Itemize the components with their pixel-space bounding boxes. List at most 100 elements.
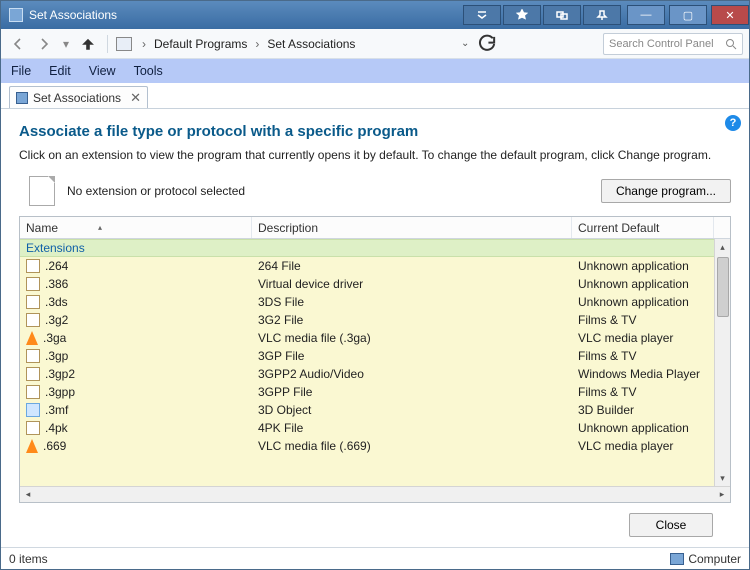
filetype-icon (26, 403, 40, 417)
tab-set-associations[interactable]: Set Associations ✕ (9, 86, 148, 108)
toolbar-star-button[interactable] (503, 5, 541, 25)
change-program-button[interactable]: Change program... (601, 179, 731, 203)
search-input[interactable]: Search Control Panel (603, 33, 743, 55)
table-row[interactable]: .386 Virtual device driverUnknown applica… (20, 275, 730, 293)
window: Set Associations — ▢ ✕ ▾ › Default Progr… (0, 0, 750, 570)
table-row[interactable]: .3gp23GPP2 Audio/VideoWindows Media Play… (20, 365, 730, 383)
close-window-button[interactable]: ✕ (711, 5, 749, 25)
desc-label: 3D Object (252, 403, 572, 417)
column-description[interactable]: Description (252, 217, 572, 238)
scroll-thumb[interactable] (717, 257, 729, 317)
toolbar-dropdown-button[interactable] (463, 5, 501, 25)
scroll-down-icon[interactable]: ▾ (715, 470, 730, 486)
chevron-right-icon: › (251, 37, 263, 51)
breadcrumb-item[interactable]: Set Associations (267, 37, 355, 51)
table-row[interactable]: .4pk4PK FileUnknown application (20, 419, 730, 437)
ext-label: .386 (45, 277, 68, 291)
titlebar: Set Associations — ▢ ✕ (1, 1, 749, 29)
chevron-right-icon: › (138, 37, 150, 51)
desc-label: VLC media file (.3ga) (252, 331, 572, 345)
ext-label: .3gp2 (45, 367, 75, 381)
desc-label: 4PK File (252, 421, 572, 435)
help-icon[interactable]: ? (725, 115, 741, 131)
tab-icon (16, 92, 28, 104)
up-button[interactable] (77, 33, 99, 55)
default-label: Unknown application (572, 259, 730, 273)
table-row[interactable]: .264 264 FileUnknown application (20, 257, 730, 275)
default-label: Unknown application (572, 295, 730, 309)
default-label: Unknown application (572, 277, 730, 291)
tab-close-button[interactable]: ✕ (130, 90, 141, 106)
desc-label: 3GPP2 Audio/Video (252, 367, 572, 381)
breadcrumb-item[interactable]: Default Programs (154, 37, 247, 51)
desc-label: 3G2 File (252, 313, 572, 327)
default-label: VLC media player (572, 331, 730, 345)
filetype-icon (26, 313, 40, 327)
toolbar-pin-button[interactable] (583, 5, 621, 25)
desc-label: 3DS File (252, 295, 572, 309)
filetype-icon (26, 367, 40, 381)
scroll-gutter (714, 217, 730, 238)
menu-edit[interactable]: Edit (49, 64, 71, 78)
selection-row: No extension or protocol selected Change… (19, 176, 731, 206)
scroll-right-icon[interactable]: ▸ (714, 489, 730, 500)
ext-label: .264 (45, 259, 68, 273)
default-label: Films & TV (572, 313, 730, 327)
minimize-button[interactable]: — (627, 5, 665, 25)
maximize-button[interactable]: ▢ (669, 5, 707, 25)
table-row[interactable]: .3gpp3GPP FileFilms & TV (20, 383, 730, 401)
filetype-icon (26, 421, 40, 435)
window-title: Set Associations (29, 8, 117, 22)
column-default[interactable]: Current Default (572, 217, 714, 238)
location-icon[interactable] (116, 37, 132, 51)
ext-label: .3mf (45, 403, 68, 417)
scroll-up-icon[interactable]: ▴ (715, 239, 730, 255)
content: ? Associate a file type or protocol with… (1, 109, 749, 547)
horizontal-scrollbar[interactable]: ◂ ▸ (20, 486, 730, 502)
filetype-icon (26, 277, 40, 291)
ext-label: .669 (43, 439, 66, 453)
vertical-scrollbar[interactable]: ▴ ▾ (714, 239, 730, 486)
status-computer: Computer (688, 552, 741, 566)
menu-view[interactable]: View (89, 64, 116, 78)
scroll-left-icon[interactable]: ◂ (20, 489, 36, 500)
close-button[interactable]: Close (629, 513, 713, 537)
filetype-icon (26, 349, 40, 363)
desc-label: 264 File (252, 259, 572, 273)
refresh-button[interactable] (477, 34, 497, 54)
filetype-icon (26, 385, 40, 399)
selection-message: No extension or protocol selected (67, 184, 245, 198)
table-row[interactable]: .3gp3GP FileFilms & TV (20, 347, 730, 365)
search-placeholder: Search Control Panel (609, 38, 725, 50)
grid-header: Name▴ Description Current Default (20, 217, 730, 239)
desc-label: VLC media file (.669) (252, 439, 572, 453)
toolbar-folders-button[interactable] (543, 5, 581, 25)
recent-dropdown[interactable]: ▾ (59, 33, 73, 55)
group-extensions[interactable]: Extensions (20, 239, 730, 257)
column-name[interactable]: Name▴ (20, 217, 252, 238)
ext-label: .3gpp (45, 385, 75, 399)
back-button[interactable] (7, 33, 29, 55)
address-dropdown[interactable]: ⌄ (461, 38, 469, 49)
menubar: File Edit View Tools (1, 59, 749, 83)
file-icon (29, 176, 55, 206)
table-row[interactable]: .3g2 3G2 FileFilms & TV (20, 311, 730, 329)
filetype-icon (26, 295, 40, 309)
app-icon (9, 8, 23, 22)
navbar: ▾ › Default Programs › Set Associations … (1, 29, 749, 59)
menu-file[interactable]: File (11, 64, 31, 78)
associations-grid: Name▴ Description Current Default Extens… (19, 216, 731, 503)
table-row[interactable]: .669VLC media file (.669)VLC media playe… (20, 437, 730, 455)
ext-label: .3ds (45, 295, 68, 309)
computer-icon (670, 553, 684, 565)
table-row[interactable]: .3mf 3D Object3D Builder (20, 401, 730, 419)
table-row[interactable]: .3ds 3DS FileUnknown application (20, 293, 730, 311)
sort-indicator-icon: ▴ (98, 223, 102, 232)
page-heading: Associate a file type or protocol with a… (19, 123, 731, 140)
forward-button[interactable] (33, 33, 55, 55)
default-label: 3D Builder (572, 403, 730, 417)
table-row[interactable]: .3gaVLC media file (.3ga)VLC media playe… (20, 329, 730, 347)
ext-label: .3g2 (45, 313, 68, 327)
desc-label: Virtual device driver (252, 277, 572, 291)
menu-tools[interactable]: Tools (134, 64, 163, 78)
